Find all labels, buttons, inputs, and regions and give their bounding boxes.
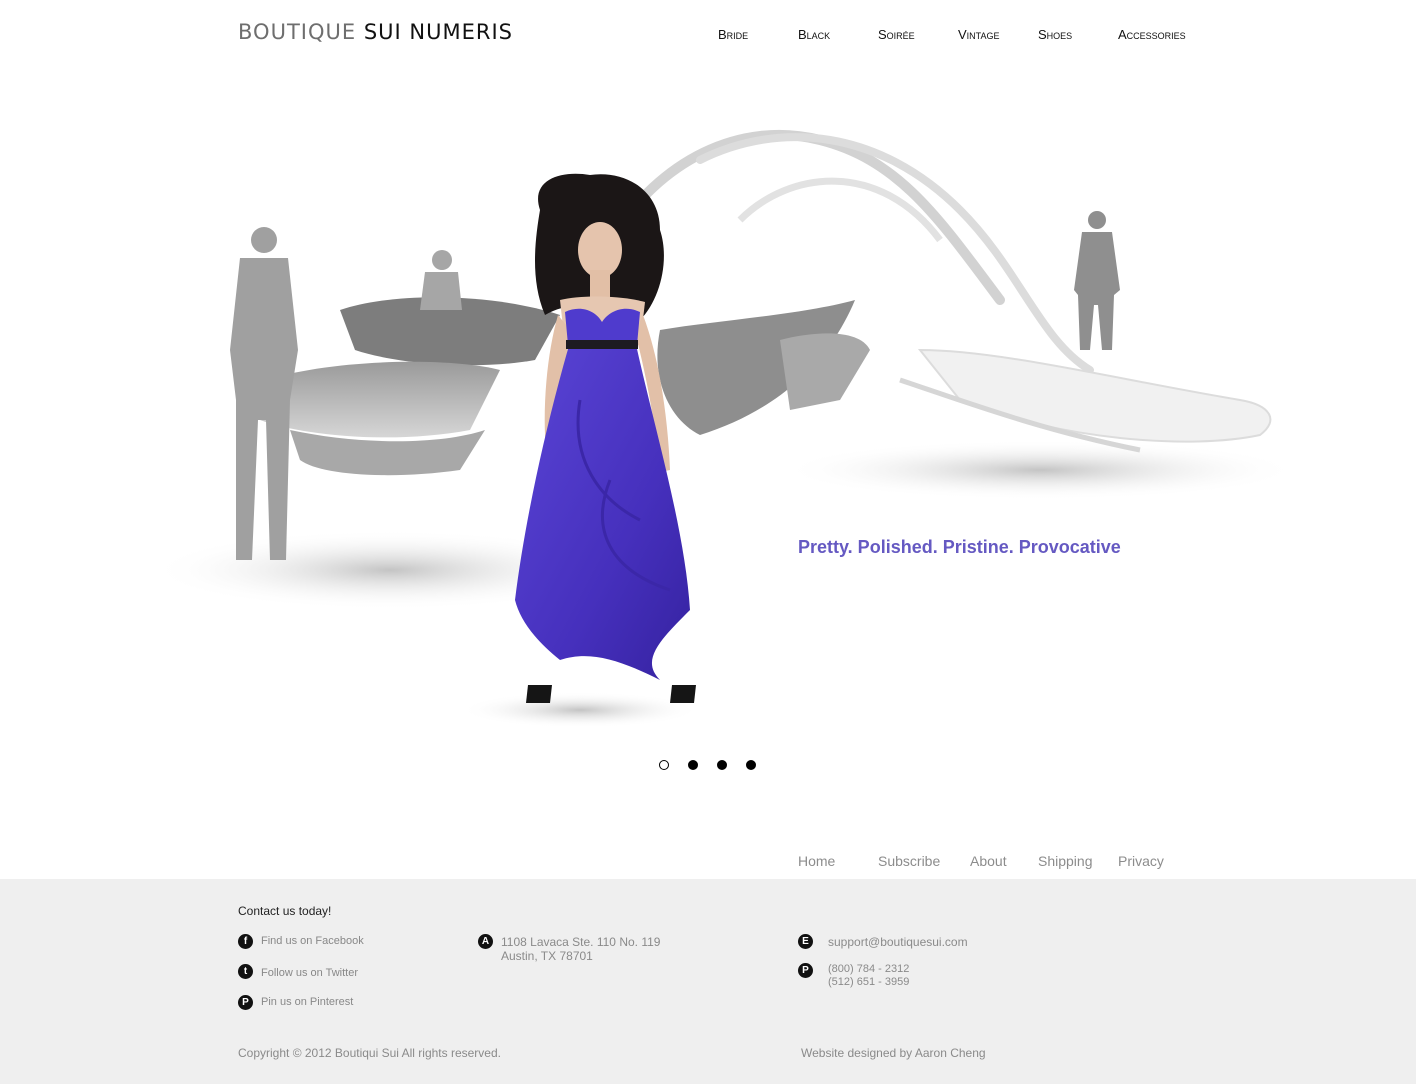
carousel-dot-3[interactable]: [717, 760, 727, 770]
pinterest-link[interactable]: Pin us on Pinterest: [261, 996, 353, 1008]
phone-icon: P: [798, 963, 813, 978]
brand-logo-part2: SUI NUMERIS: [363, 20, 513, 44]
address-line1: 1108 Lavaca Ste. 110 No. 119: [501, 935, 661, 949]
phone-block: (800) 784 - 2312 (512) 651 - 3959: [828, 963, 909, 989]
nav-item-accessories[interactable]: Accessories: [1118, 27, 1186, 42]
pinterest-icon[interactable]: P: [238, 995, 253, 1010]
email-link[interactable]: support@boutiquesui.com: [828, 935, 968, 949]
pinterest-link-text[interactable]: Pin us on Pinterest: [261, 996, 353, 1008]
copyright-text: Copyright © 2012 Boutiqui Sui All rights…: [238, 1046, 501, 1060]
address-block: 1108 Lavaca Ste. 110 No. 119 Austin, TX …: [501, 935, 660, 963]
carousel-dot-1[interactable]: [659, 760, 669, 770]
address-icon: A: [478, 934, 493, 949]
designer-credit: Website designed by Aaron Cheng: [801, 1046, 986, 1060]
nav-item-soiree[interactable]: Soirée: [878, 27, 915, 42]
nav-item-shoes[interactable]: Shoes: [1038, 27, 1072, 42]
facebook-icon[interactable]: f: [238, 934, 253, 949]
footer-link-subscribe[interactable]: Subscribe: [878, 853, 940, 869]
footer: Contact us today! f Find us on Facebook …: [0, 879, 1416, 1084]
footer-link-home[interactable]: Home: [798, 853, 835, 869]
hero-tagline: Pretty. Polished. Pristine. Provocative: [798, 537, 1121, 557]
twitter-icon[interactable]: t: [238, 964, 253, 979]
brand-logo-part1: BOUTIQUE: [238, 20, 357, 44]
model-figure: [515, 173, 696, 703]
hero-image: [140, 100, 1290, 750]
phone-line2: (512) 651 - 3959: [828, 976, 910, 988]
nav-item-bride[interactable]: Bride: [718, 27, 748, 42]
carousel-dot-4[interactable]: [746, 760, 756, 770]
address-line2: Austin, TX 78701: [501, 949, 593, 963]
nav-item-black[interactable]: Black: [798, 27, 830, 42]
phone-line1: (800) 784 - 2312: [828, 963, 910, 975]
footer-link-about[interactable]: About: [970, 853, 1007, 869]
footer-link-privacy[interactable]: Privacy: [1118, 853, 1164, 869]
facebook-link-text[interactable]: Find us on Facebook: [261, 935, 364, 947]
contact-title: Contact us today!: [238, 904, 332, 918]
nav-item-vintage[interactable]: Vintage: [958, 27, 1000, 42]
email-icon: E: [798, 934, 813, 949]
brand-logo[interactable]: BOUTIQUE SUI NUMERIS: [238, 20, 513, 44]
twitter-link-text[interactable]: Follow us on Twitter: [261, 967, 358, 979]
carousel-dot-2[interactable]: [688, 760, 698, 770]
twitter-link[interactable]: Follow us on Twitter: [261, 967, 358, 979]
footer-link-shipping[interactable]: Shipping: [1038, 853, 1093, 869]
facebook-link[interactable]: Find us on Facebook: [261, 935, 364, 947]
